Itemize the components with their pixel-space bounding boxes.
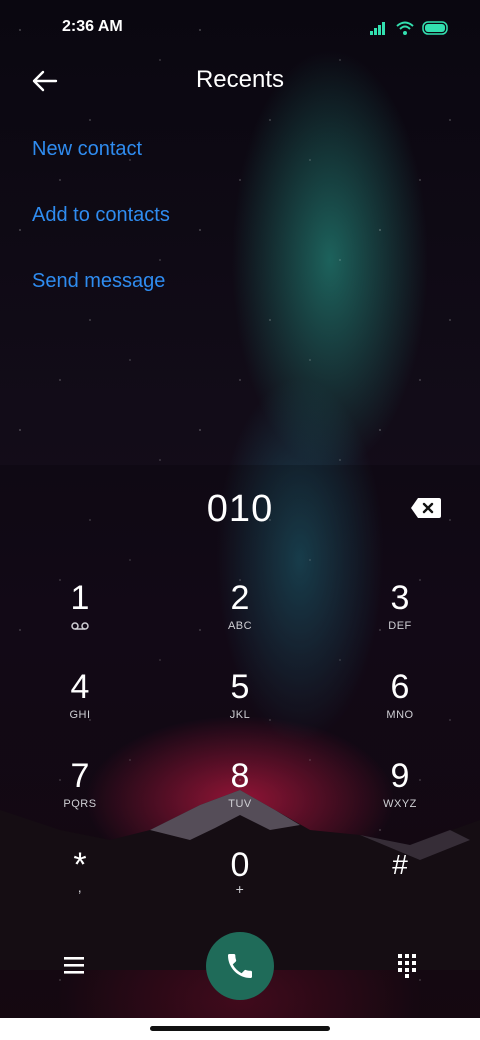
key-letters: + [235,881,245,897]
new-contact-link[interactable]: New contact [32,138,142,161]
add-to-contacts-link[interactable]: Add to contacts [32,204,170,227]
menu-icon[interactable] [63,955,85,975]
key-digit: 9 [390,757,410,795]
key-2[interactable]: 2 ABC [180,578,300,658]
page-title: Recents [195,66,285,93]
key-letters: GHI [69,709,91,721]
key-5[interactable]: 5 JKL [180,667,300,747]
signal-icon [370,22,385,35]
key-digit: 1 [70,579,90,617]
key-digit: 5 [230,668,250,706]
status-bar: 2:36 AM [0,0,480,56]
key-4[interactable]: 4 GHI [20,667,140,747]
key-star[interactable]: * , [20,845,140,925]
phone-icon [228,954,252,978]
voicemail-icon [71,622,89,630]
navigation-bar [0,1018,480,1040]
send-message-link[interactable]: Send message [32,270,165,293]
key-hash[interactable]: # [340,845,460,925]
key-letters: JKL [229,709,251,721]
status-time: 2:36 AM [62,18,123,35]
key-digit: 8 [230,757,250,795]
key-letters: DEF [388,620,412,632]
key-digit: # [392,849,408,880]
key-digit: 3 [390,579,410,617]
key-letters: PQRS [63,798,97,810]
call-button[interactable] [206,932,274,1000]
wifi-icon [396,21,414,35]
backspace-icon[interactable] [410,496,442,520]
key-letters: ABC [227,620,253,632]
key-9[interactable]: 9 WXYZ [340,756,460,836]
key-digit: 6 [390,668,410,706]
key-8[interactable]: 8 TUV [180,756,300,836]
key-letters: , [77,879,83,895]
key-digit: 0 [230,846,250,884]
key-7[interactable]: 7 PQRS [20,756,140,836]
key-letters: TUV [228,798,252,810]
key-digit: 2 [230,579,250,617]
key-1[interactable]: 1 [20,578,140,658]
key-letters: WXYZ [383,798,417,810]
key-digit: 7 [70,757,90,795]
key-digit: 4 [70,668,90,706]
key-letters: MNO [386,709,414,721]
dialed-number: 010 [206,488,274,530]
dialpad-icon[interactable] [397,953,417,979]
home-indicator[interactable] [150,1026,330,1031]
key-3[interactable]: 3 DEF [340,578,460,658]
battery-icon [422,21,448,35]
key-6[interactable]: 6 MNO [340,667,460,747]
key-0[interactable]: 0 + [180,845,300,925]
